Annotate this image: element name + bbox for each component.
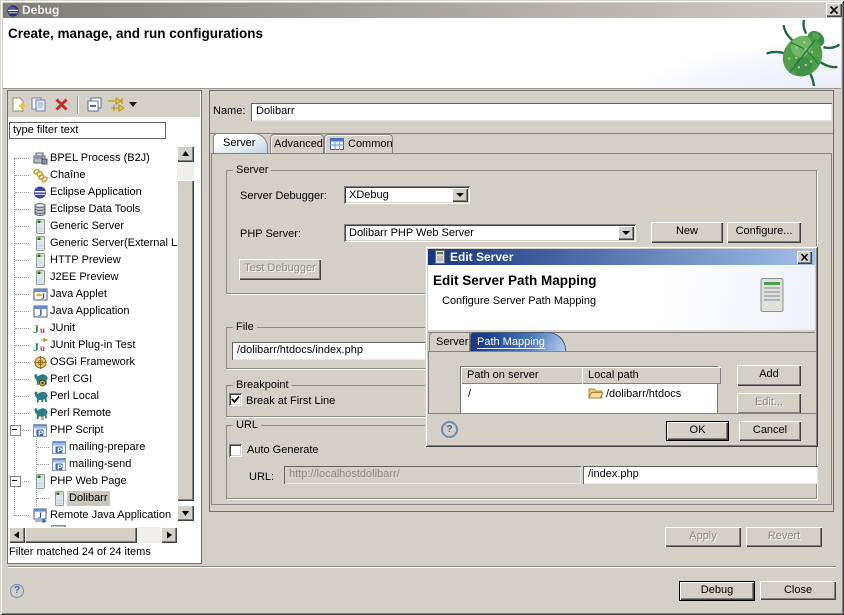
svg-text:J: J (41, 292, 45, 301)
svg-text:J: J (33, 322, 39, 336)
svg-text:J: J (38, 511, 42, 520)
svg-text:J: J (33, 340, 39, 353)
svg-text:u: u (40, 325, 45, 335)
svg-text:P: P (38, 428, 43, 437)
svg-text:P: P (57, 462, 62, 471)
svg-text:J: J (38, 308, 43, 318)
svg-text:u: u (40, 343, 45, 353)
svg-text:P: P (57, 445, 62, 454)
